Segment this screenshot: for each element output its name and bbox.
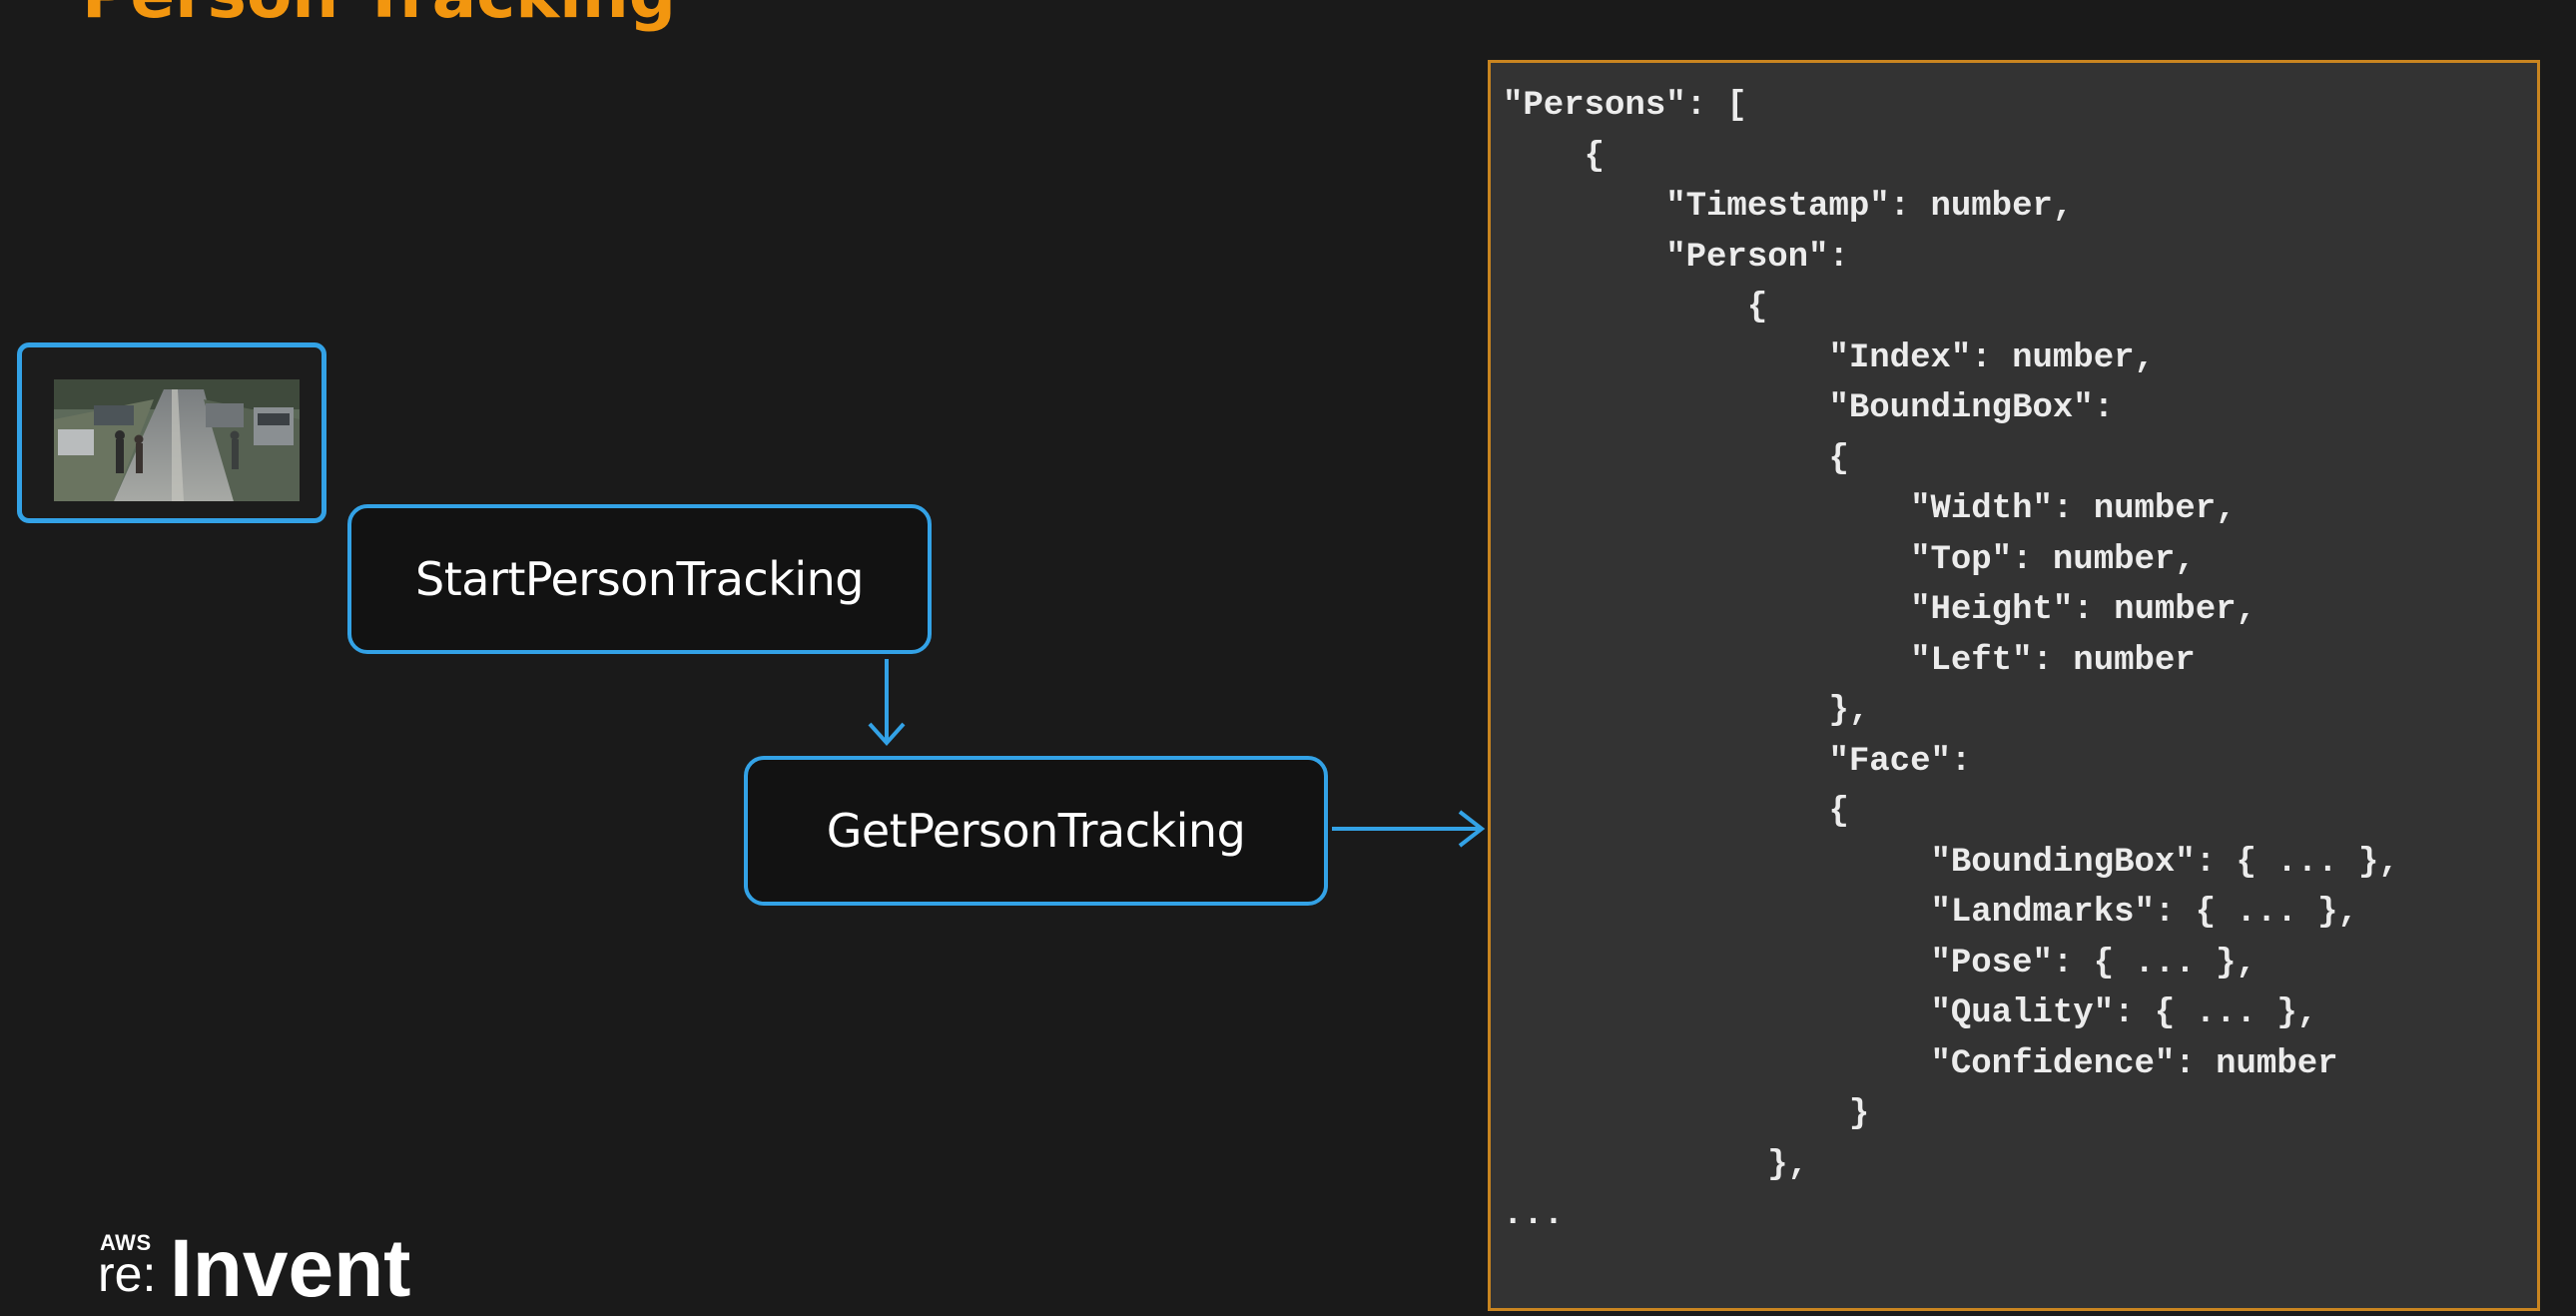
get-person-tracking-label: GetPersonTracking xyxy=(826,804,1246,858)
start-person-tracking-box: StartPersonTracking xyxy=(347,504,932,654)
json-line: "Landmarks": { ... }, xyxy=(1503,894,2358,932)
json-line: } xyxy=(1503,1095,1870,1133)
logo-re-text: re: xyxy=(98,1246,157,1302)
start-to-get-arrow xyxy=(868,659,906,746)
json-line: "Quality": { ... }, xyxy=(1503,994,2318,1032)
json-line: "Timestamp": number, xyxy=(1503,188,2074,226)
json-line: "BoundingBox": { ... }, xyxy=(1503,843,2399,882)
json-line: "Index": number, xyxy=(1503,338,2155,377)
json-response-code: "Persons": [ { "Timestamp": number, "Per… xyxy=(1503,81,2399,1241)
logo-invent-text: Invent xyxy=(170,1223,411,1314)
start-person-tracking-label: StartPersonTracking xyxy=(415,552,864,606)
json-line: "Top": number, xyxy=(1503,540,2196,579)
json-line: }, xyxy=(1503,1145,1809,1184)
json-line: { xyxy=(1503,289,1768,327)
json-line: }, xyxy=(1503,692,1870,730)
json-line: { xyxy=(1503,137,1606,176)
json-line: "Face": xyxy=(1503,742,1972,781)
json-line: "Confidence": number xyxy=(1503,1044,2338,1083)
json-line: "Pose": { ... }, xyxy=(1503,944,2256,983)
json-line: "Person": xyxy=(1503,238,1849,277)
json-response-panel: "Persons": [ { "Timestamp": number, "Per… xyxy=(1488,60,2540,1311)
json-line: ... xyxy=(1503,1196,1565,1234)
json-line: "Left": number xyxy=(1503,641,2196,680)
json-line: "Width": number, xyxy=(1503,490,2237,528)
json-line: { xyxy=(1503,439,1849,478)
json-line: { xyxy=(1503,793,1849,831)
get-to-response-arrow xyxy=(1332,810,1486,848)
json-line: "Height": number, xyxy=(1503,591,2256,629)
json-line: "Persons": [ xyxy=(1503,87,1747,125)
json-line: "BoundingBox": xyxy=(1503,389,2115,427)
get-person-tracking-box: GetPersonTracking xyxy=(744,756,1328,906)
